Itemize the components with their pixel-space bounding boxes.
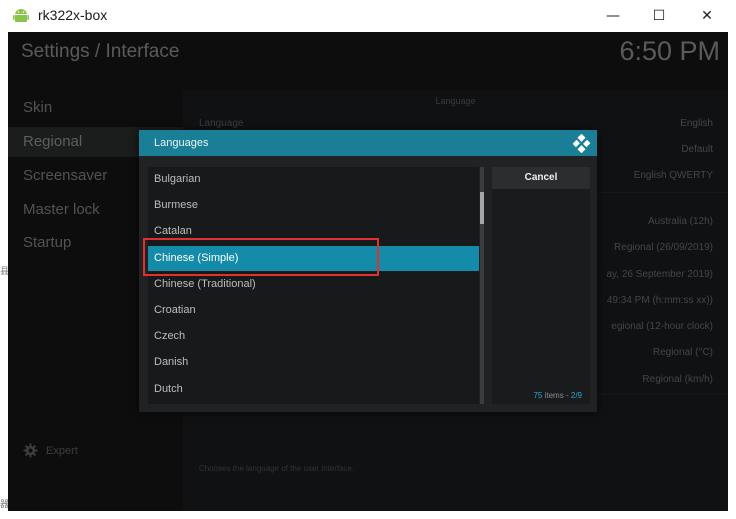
list-item[interactable]: Danish — [148, 350, 479, 375]
item-count-word: items — [544, 391, 564, 400]
list-scrollbar[interactable] — [480, 167, 484, 404]
item-count-number: 75 — [533, 391, 543, 400]
maximize-button[interactable]: ☐ — [636, 0, 682, 32]
items-count: 75 items - 2/9 — [533, 391, 582, 400]
list-item[interactable]: Czech — [148, 324, 479, 349]
window-title: rk322x-box — [38, 7, 108, 23]
dialog-header: Languages — [139, 130, 597, 156]
window-titlebar: rk322x-box — ☐ ✕ — [0, 0, 736, 32]
minimize-button[interactable]: — — [590, 0, 636, 32]
scroll-thumb[interactable] — [480, 192, 484, 224]
highlight-annotation — [143, 238, 379, 276]
list-item[interactable]: Burmese — [148, 193, 479, 218]
dialog-title: Languages — [154, 137, 209, 149]
dialog-side-panel: Cancel 75 items - 2/9 — [492, 167, 590, 404]
list-item[interactable]: Bulgarian — [148, 167, 479, 192]
page-indicator: 2/9 — [570, 391, 582, 400]
language-list[interactable]: Bulgarian Burmese Catalan Chinese (Simpl… — [148, 167, 479, 404]
cancel-button[interactable]: Cancel — [492, 167, 590, 189]
list-item[interactable]: Croatian — [148, 298, 479, 323]
list-item[interactable]: Dutch — [148, 377, 479, 402]
close-button[interactable]: ✕ — [684, 0, 730, 32]
android-icon — [13, 9, 29, 22]
kodi-logo-icon — [572, 134, 591, 153]
